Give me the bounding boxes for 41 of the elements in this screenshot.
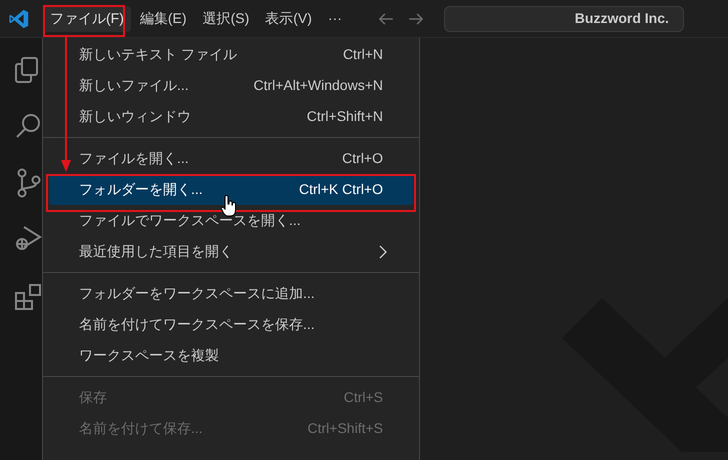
menu-item-label: フォルダーをワークスペースに追加... xyxy=(79,284,315,303)
menu-item-label: 新しいウィンドウ xyxy=(79,107,191,126)
shortcut-text: Ctrl+Shift+S xyxy=(308,419,383,438)
menu-item-label: 最近使用した項目を開く xyxy=(79,242,233,261)
run-debug-icon[interactable] xyxy=(14,224,42,252)
menu-item[interactable]: ワークスペースを複製 xyxy=(49,340,413,371)
shortcut-text: Ctrl+S xyxy=(344,388,383,407)
menu-item-label: フォルダーを開く... xyxy=(79,180,203,199)
menu-item[interactable]: ファイルを開く... Ctrl+O xyxy=(49,143,413,174)
menu-bar-item[interactable]: 表示(V) xyxy=(258,6,319,32)
app-logo-icon xyxy=(8,8,30,30)
menu-item[interactable]: 新しいウィンドウ Ctrl+Shift+N xyxy=(49,101,413,132)
menu-bar-item[interactable]: 選択(S) xyxy=(196,6,256,32)
shortcut-text: Ctrl+N xyxy=(342,45,383,64)
menu-item-label: 新しいファイル... xyxy=(79,76,189,95)
menu-item-label: 名前を付けてワークスペースを保存... xyxy=(79,315,315,334)
chevron-right-icon xyxy=(379,244,387,258)
menu-bar-item[interactable]: ··· xyxy=(320,6,349,32)
search-icon[interactable] xyxy=(14,112,42,140)
menu-item-label: ファイルを開く... xyxy=(79,149,189,168)
menu-item[interactable]: フォルダーを開く... Ctrl+K Ctrl+O xyxy=(49,174,413,205)
shortcut-text: Ctrl+Alt+Windows+N xyxy=(253,76,383,95)
shortcut-text: Ctrl+K Ctrl+O xyxy=(298,180,383,199)
shortcut-text: Ctrl+Shift+N xyxy=(306,107,383,126)
menu-item-label: 保存 xyxy=(79,388,107,407)
menu-item[interactable]: フォルダーをワークスペースに追加... xyxy=(49,278,413,309)
hand-cursor-icon xyxy=(221,195,237,217)
menu-item-label: 新しいテキスト ファイル xyxy=(79,45,237,64)
files-icon[interactable] xyxy=(14,56,40,84)
command-center[interactable]: Buzzword Inc. xyxy=(444,6,684,32)
menu-item[interactable]: 名前を付けてワークスペースを保存... xyxy=(49,309,413,340)
menu-item-label: ファイルでワークスペースを開く... xyxy=(79,211,301,230)
menu-item[interactable]: 新しいファイル... Ctrl+Alt+Windows+N xyxy=(49,70,413,101)
menu-item-label: 名前を付けて保存... xyxy=(79,419,203,438)
source-control-icon[interactable] xyxy=(16,168,42,198)
extensions-icon[interactable] xyxy=(14,283,42,311)
shortcut-text: Ctrl+O xyxy=(342,149,383,168)
menu-item[interactable]: 新しいテキスト ファイル Ctrl+N xyxy=(49,39,413,70)
menu-item-label: ワークスペースを複製 xyxy=(79,346,219,365)
menu-bar-item[interactable]: 編集(E) xyxy=(132,6,194,32)
menu-item[interactable]: 最近使用した項目を開く xyxy=(49,236,413,267)
